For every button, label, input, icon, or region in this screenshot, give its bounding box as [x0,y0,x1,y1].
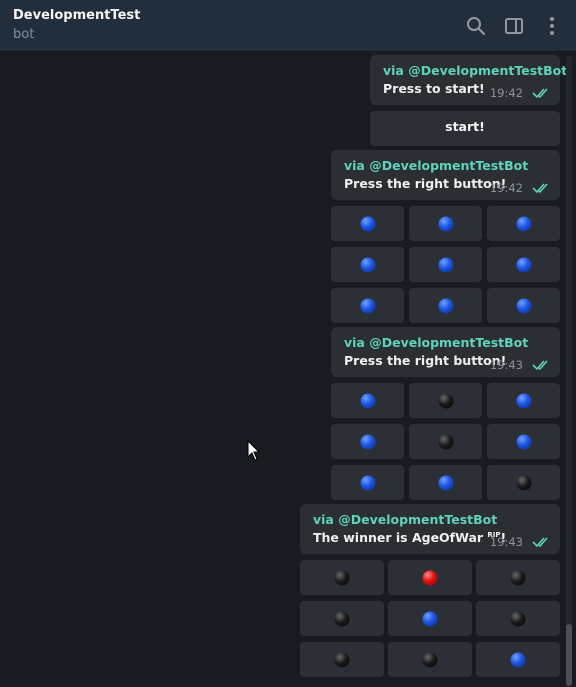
mouse-cursor-icon [247,440,261,461]
blue-circle-icon [360,434,375,449]
double-check-icon [532,360,548,371]
grid-button[interactable] [476,642,560,677]
blue-circle-icon [438,475,453,490]
black-circle-icon [510,611,526,626]
message-text: Press the right button! [344,353,507,368]
grid-button[interactable] [487,465,560,500]
message-bubble[interactable]: via @DevelopmentTestBot Press the right … [331,150,560,200]
grid-button[interactable] [409,288,482,323]
start-button-label: start! [445,119,485,134]
blue-circle-icon [360,298,375,313]
grid-button[interactable] [476,601,560,636]
chat-subtitle: bot [13,27,35,42]
black-circle-icon [510,570,526,585]
grid-button[interactable] [409,383,482,418]
blue-circle-icon [516,393,531,408]
grid-button[interactable] [331,424,404,459]
via-bot-label[interactable]: via @DevelopmentTestBot [344,335,528,350]
grid-button[interactable] [388,642,472,677]
grid-button[interactable] [487,383,560,418]
black-circle-icon [334,570,350,585]
black-circle-icon [438,393,453,408]
message-text: Press to start! [383,81,485,96]
double-check-icon [532,183,548,194]
message-bubble[interactable]: via @DevelopmentTestBot Press to start! … [370,55,567,105]
message-text: The winner is AgeOfWar RIP! [313,530,506,545]
scrollbar-track[interactable] [566,56,572,686]
scrollbar-thumb[interactable] [566,624,572,686]
search-icon[interactable] [465,15,487,37]
message-text: Press the right button! [344,176,507,191]
blue-circle-icon [516,298,531,313]
red-circle-icon [422,570,438,585]
blue-circle-icon [422,611,438,626]
grid-button[interactable] [388,560,472,595]
black-circle-icon [334,611,350,626]
double-check-icon [532,88,548,99]
message-time: 19:42 [489,181,523,195]
chat-header: DevelopmentTest bot [0,0,576,52]
grid-button[interactable] [300,560,384,595]
grid-button[interactable] [331,383,404,418]
grid-button[interactable] [487,288,560,323]
message-list: via @DevelopmentTestBot Press to start! … [0,53,576,687]
start-button[interactable]: start! [370,111,560,146]
chat-title[interactable]: DevelopmentTest [13,8,140,23]
blue-circle-icon [438,257,453,272]
message-bubble[interactable]: via @DevelopmentTestBot Press the right … [331,327,560,377]
grid-button[interactable] [300,601,384,636]
message-time: 19:43 [489,535,523,549]
message-time: 19:43 [489,358,523,372]
blue-circle-icon [360,393,375,408]
blue-circle-icon [438,216,453,231]
blue-circle-icon [438,298,453,313]
via-bot-label[interactable]: via @DevelopmentTestBot [383,63,567,78]
black-circle-icon [422,652,438,667]
double-check-icon [532,537,548,548]
message-time: 19:42 [489,86,523,100]
blue-circle-icon [360,216,375,231]
grid-button[interactable] [331,247,404,282]
grid-button[interactable] [409,424,482,459]
grid-button[interactable] [331,288,404,323]
telegram-window: DevelopmentTest bot via @DevelopmentTest… [0,0,576,687]
grid-button[interactable] [300,642,384,677]
blue-circle-icon [510,652,526,667]
winner-text: The winner is AgeOfWar [313,530,484,545]
grid-button[interactable] [409,247,482,282]
grid-button[interactable] [331,206,404,241]
sidebar-toggle-icon[interactable] [503,15,525,37]
black-circle-icon [516,475,531,490]
black-circle-icon [438,434,453,449]
blue-circle-icon [516,257,531,272]
blue-circle-icon [360,257,375,272]
grid-button[interactable] [409,465,482,500]
via-bot-label[interactable]: via @DevelopmentTestBot [344,158,528,173]
grid-button[interactable] [388,601,472,636]
blue-circle-icon [360,475,375,490]
via-bot-label[interactable]: via @DevelopmentTestBot [313,512,497,527]
black-circle-icon [334,652,350,667]
grid-button[interactable] [487,247,560,282]
grid-button[interactable] [487,206,560,241]
grid-button[interactable] [476,560,560,595]
grid-button[interactable] [487,424,560,459]
grid-button[interactable] [331,465,404,500]
grid-button[interactable] [409,206,482,241]
blue-circle-icon [516,216,531,231]
message-bubble[interactable]: via @DevelopmentTestBot The winner is Ag… [300,504,560,554]
more-vertical-icon[interactable] [541,15,563,37]
blue-circle-icon [516,434,531,449]
